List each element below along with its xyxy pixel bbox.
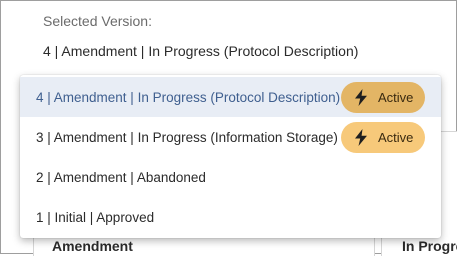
- active-badge: Active: [341, 122, 425, 153]
- table-header-amendment: Amendment: [52, 238, 133, 254]
- badge-label: Active: [378, 130, 414, 145]
- version-option-2[interactable]: 2 | Amendment | Abandoned: [20, 157, 441, 197]
- version-panel: Selected Version: 4 | Amendment | In Pro…: [0, 0, 457, 256]
- lightning-bolt-icon: [355, 129, 367, 146]
- version-option-label: 4 | Amendment | In Progress (Protocol De…: [36, 90, 341, 105]
- version-option-label: 2 | Amendment | Abandoned: [36, 170, 206, 185]
- badge-label: Active: [378, 90, 414, 105]
- selected-version-label: Selected Version:: [43, 13, 152, 29]
- version-option-label: 3 | Amendment | In Progress (Information…: [36, 130, 338, 145]
- lightning-bolt-icon: [355, 89, 367, 106]
- selected-version-value[interactable]: 4 | Amendment | In Progress (Protocol De…: [43, 43, 358, 59]
- table-header-in-progress: In Progre: [402, 238, 457, 254]
- version-option-4[interactable]: 4 | Amendment | In Progress (Protocol De…: [20, 77, 441, 117]
- active-badge: Active: [341, 82, 425, 113]
- version-dropdown-menu[interactable]: 4 | Amendment | In Progress (Protocol De…: [20, 75, 441, 238]
- version-option-3[interactable]: 3 | Amendment | In Progress (Information…: [20, 117, 441, 157]
- version-option-1[interactable]: 1 | Initial | Approved: [20, 197, 441, 237]
- version-option-label: 1 | Initial | Approved: [36, 210, 155, 225]
